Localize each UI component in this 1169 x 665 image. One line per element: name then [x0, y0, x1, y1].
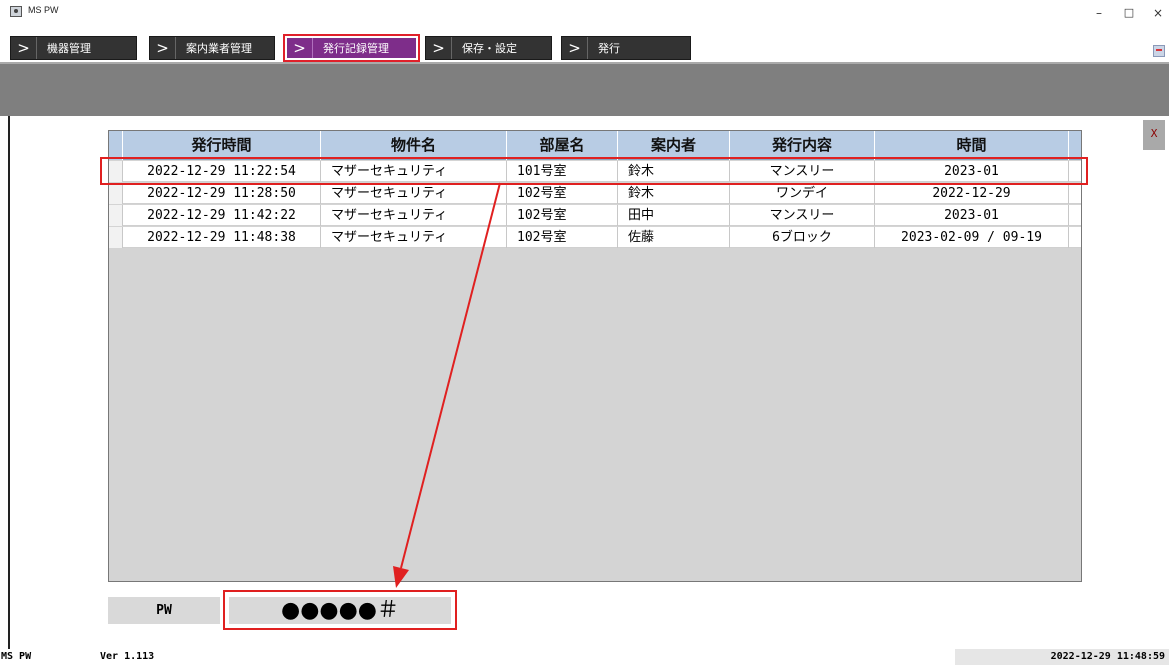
menu-guide-vendor-management[interactable]: > 案内業者管理 — [149, 36, 275, 60]
cell-guide: 鈴木 — [618, 183, 730, 204]
title-bar: MS PW – □ × — [0, 0, 1169, 36]
row-filler — [1069, 227, 1081, 248]
cell-room: 102号室 — [507, 205, 618, 226]
cell-room: 102号室 — [507, 227, 618, 248]
column-header-issue-content[interactable]: 発行内容 — [730, 131, 875, 160]
pw-label: PW — [108, 597, 220, 624]
pw-field[interactable]: ●●●●●＃ — [229, 597, 451, 624]
pw-highlight-box: ●●●●●＃ — [223, 590, 457, 630]
row-selector[interactable] — [109, 183, 123, 204]
row-selector[interactable] — [109, 227, 123, 248]
menu-issue-record-management[interactable]: > 発行記録管理 — [283, 34, 420, 62]
chevron-right-icon: > — [11, 37, 37, 59]
row-filler — [1069, 183, 1081, 204]
app-icon — [10, 6, 22, 17]
row-selector[interactable] — [109, 205, 123, 226]
header-filler — [1069, 131, 1081, 160]
cell-issue-content: ワンデイ — [730, 183, 875, 204]
column-header-time[interactable]: 時間 — [875, 131, 1069, 160]
menu-issue[interactable]: > 発行 — [561, 36, 691, 60]
cell-guide: 佐藤 — [618, 227, 730, 248]
table-header: 発行時間 物件名 部屋名 案内者 発行内容 時間 — [109, 131, 1081, 160]
row-highlight-box — [100, 157, 1088, 185]
row-filler — [1069, 205, 1081, 226]
chevron-right-icon: > — [287, 38, 313, 58]
close-panel-button[interactable]: X — [1143, 120, 1165, 150]
close-window-button[interactable]: × — [1143, 2, 1169, 24]
status-app-name: MS PW — [1, 651, 32, 662]
menu-save-settings[interactable]: > 保存・設定 — [425, 36, 552, 60]
menu-bar: > 機器管理 > 案内業者管理 > 発行記録管理 > 保存・設定 > 発行 — [0, 34, 1169, 62]
menu-label: 保存・設定 — [462, 42, 517, 55]
cell-time: 2023-02-09 / 09-19 — [875, 227, 1069, 248]
status-version: Ver 1.113 — [100, 651, 155, 662]
cell-issue-time: 2022-12-29 11:42:22 — [123, 205, 321, 226]
cell-issue-time: 2022-12-29 11:48:38 — [123, 227, 321, 248]
cell-property: マザーセキュリティ — [321, 205, 507, 226]
cell-time: 2022-12-29 — [875, 183, 1069, 204]
menu-device-management[interactable]: > 機器管理 — [10, 36, 137, 60]
chevron-right-icon: > — [562, 37, 588, 59]
chevron-right-icon: > — [150, 37, 176, 59]
table-row[interactable]: 2022-12-29 11:42:22 マザーセキュリティ 102号室 田中 マ… — [109, 205, 1081, 226]
issue-record-table[interactable]: 発行時間 物件名 部屋名 案内者 発行内容 時間 2022-12-29 11:2… — [108, 130, 1082, 582]
menu-label: 発行記録管理 — [323, 42, 389, 55]
status-clock: 2022-12-29 11:48:59 — [955, 649, 1169, 665]
column-header-property[interactable]: 物件名 — [321, 131, 507, 160]
minimize-button[interactable]: – — [1084, 2, 1114, 24]
cell-room: 102号室 — [507, 183, 618, 204]
cell-time: 2023-01 — [875, 205, 1069, 226]
maximize-button[interactable]: □ — [1114, 2, 1144, 24]
chevron-right-icon: > — [426, 37, 452, 59]
cell-issue-content: 6ブロック — [730, 227, 875, 248]
toolbar-band — [0, 62, 1169, 116]
column-header-room[interactable]: 部屋名 — [507, 131, 618, 160]
menu-label: 機器管理 — [47, 42, 91, 55]
table-row[interactable]: 2022-12-29 11:28:50 マザーセキュリティ 102号室 鈴木 ワ… — [109, 183, 1081, 204]
menu-label: 案内業者管理 — [186, 42, 252, 55]
cell-property: マザーセキュリティ — [321, 183, 507, 204]
column-header-guide[interactable]: 案内者 — [618, 131, 730, 160]
cell-issue-content: マンスリー — [730, 205, 875, 226]
column-header-issue-time[interactable]: 発行時間 — [123, 131, 321, 160]
menu-label: 発行 — [598, 42, 620, 55]
header-row-selector — [109, 131, 123, 160]
cell-issue-time: 2022-12-29 11:28:50 — [123, 183, 321, 204]
keyboard-icon[interactable] — [1153, 45, 1165, 57]
window-title: MS PW — [28, 5, 59, 15]
cell-property: マザーセキュリティ — [321, 227, 507, 248]
cell-guide: 田中 — [618, 205, 730, 226]
table-row[interactable]: 2022-12-29 11:48:38 マザーセキュリティ 102号室 佐藤 6… — [109, 227, 1081, 248]
status-bar: MS PW Ver 1.113 2022-12-29 11:48:59 — [0, 649, 1169, 665]
